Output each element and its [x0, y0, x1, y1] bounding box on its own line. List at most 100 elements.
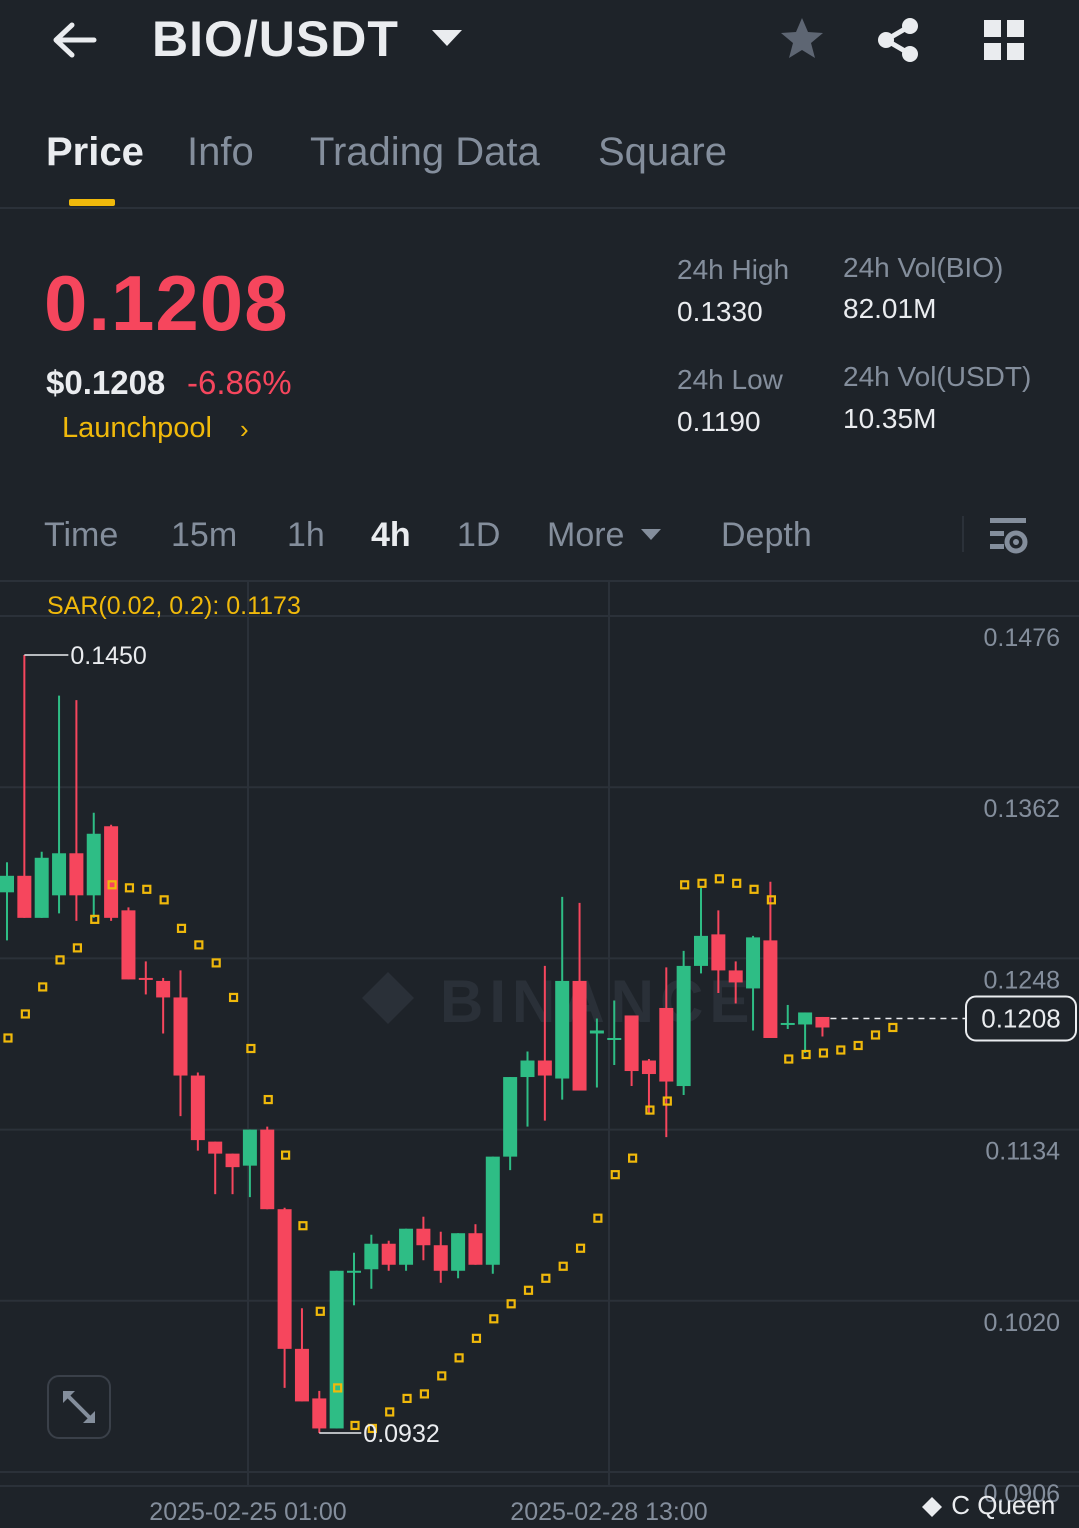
y-tick-label: 0.1248	[984, 966, 1060, 994]
candle-body	[17, 875, 32, 918]
candle-body	[190, 1075, 205, 1141]
sar-dot	[385, 1407, 395, 1417]
candle-body	[294, 1348, 309, 1402]
y-tick-label: 0.1476	[984, 624, 1060, 652]
candle-body	[555, 980, 570, 1079]
sar-dot	[142, 884, 152, 894]
chart-settings-button[interactable]	[986, 514, 1030, 558]
stat-low-value: 0.1190	[677, 406, 761, 437]
back-button[interactable]	[46, 14, 102, 66]
sar-indicator-label: SAR(0.02, 0.2): 0.1173	[47, 592, 301, 620]
candle-body	[173, 997, 188, 1076]
current-price-label: 0.1208	[981, 1003, 1061, 1033]
sar-dot	[3, 1033, 13, 1043]
candle-body	[260, 1129, 275, 1210]
candle-body	[520, 1060, 535, 1078]
interval-15m[interactable]: 15m	[171, 516, 237, 555]
exchange-logo-watermark	[362, 972, 414, 1024]
divider	[962, 516, 964, 552]
chevron-down-icon[interactable]	[432, 30, 462, 46]
sar-dot	[228, 992, 239, 1003]
favorite-button[interactable]	[776, 14, 828, 66]
sar-dot	[593, 1213, 603, 1223]
sar-dot	[124, 883, 135, 893]
candle-body	[416, 1228, 431, 1246]
expand-chart-button[interactable]	[47, 1375, 111, 1439]
chevron-down-icon[interactable]	[641, 529, 661, 540]
x-tick-label: 2025-02-28 13:00	[510, 1498, 707, 1526]
sar-dot	[523, 1285, 534, 1295]
low-marker-label: 0.0932	[363, 1420, 439, 1448]
expand-icon	[63, 1391, 95, 1423]
sar-dot	[402, 1393, 412, 1404]
candle-body	[69, 853, 84, 896]
usd-price: $0.1208	[46, 364, 166, 401]
interval-more[interactable]: More	[547, 516, 624, 555]
sar-dot	[350, 1420, 360, 1431]
candle-body	[659, 1007, 674, 1082]
star-icon	[781, 18, 823, 58]
price-chart[interactable]: BINANCE 0.14500.09320.1208 0.14760.13620…	[0, 582, 1079, 1528]
sar-dot	[714, 874, 724, 884]
tab-price[interactable]: Price	[46, 130, 144, 175]
candle-body	[52, 853, 67, 896]
candle-body	[780, 1022, 795, 1025]
sar-dot	[38, 982, 48, 992]
candle-body	[364, 1243, 379, 1270]
sar-dot	[194, 940, 204, 950]
interval-1h[interactable]: 1h	[287, 516, 325, 555]
depth-tab[interactable]: Depth	[721, 516, 812, 555]
sar-dot	[541, 1273, 551, 1283]
candle-body	[277, 1209, 292, 1349]
candle-body	[312, 1398, 327, 1429]
stat-vol-quote-value: 10.35M	[843, 403, 937, 434]
more-menu-button[interactable]	[980, 16, 1028, 64]
chevron-right-icon[interactable]: ›	[240, 414, 249, 445]
candle-body	[572, 980, 587, 1091]
candle-body	[624, 1015, 639, 1072]
sar-dot	[471, 1333, 482, 1343]
interval-4h[interactable]: 4h	[371, 516, 411, 555]
sar-dot	[888, 1022, 898, 1033]
sar-dot	[20, 1009, 30, 1019]
candle-body	[641, 1060, 656, 1075]
sar-dot	[176, 923, 187, 933]
candle-body	[347, 1270, 361, 1273]
x-tick-label: 2025-02-25 01:00	[149, 1498, 346, 1526]
last-price: 0.1208	[44, 259, 289, 347]
candle-body	[589, 1030, 604, 1034]
tab-square[interactable]: Square	[598, 130, 727, 175]
candle-body	[0, 875, 14, 893]
candle-body	[485, 1156, 500, 1265]
tab-info[interactable]: Info	[187, 130, 254, 175]
sar-dot	[801, 1049, 811, 1060]
candle-body	[208, 1141, 223, 1154]
tab-trading-data[interactable]: Trading Data	[310, 130, 540, 175]
high-marker-label: 0.1450	[70, 642, 146, 670]
launchpool-link[interactable]: Launchpool	[62, 412, 212, 445]
sar-dot	[610, 1170, 620, 1180]
candle-body	[399, 1228, 414, 1265]
candle-body	[694, 935, 708, 966]
candle-body	[468, 1233, 483, 1265]
interval-1d[interactable]: 1D	[457, 516, 500, 555]
pair-title[interactable]: BIO/USDT	[152, 10, 399, 68]
sar-dot	[680, 880, 690, 890]
back-arrow-icon	[53, 22, 97, 58]
candle-body	[34, 857, 49, 918]
candle-body	[676, 965, 691, 1087]
active-tab-indicator	[69, 199, 115, 206]
sar-dot	[315, 1306, 325, 1316]
sar-dot	[211, 958, 221, 968]
interval-time[interactable]: Time	[44, 516, 118, 555]
share-button[interactable]	[872, 14, 924, 66]
candle-body	[156, 980, 171, 998]
sar-dot	[90, 914, 100, 924]
sar-dot	[246, 1043, 256, 1054]
y-tick-label: 0.1020	[984, 1309, 1060, 1337]
stat-high-value: 0.1330	[677, 296, 763, 327]
sar-dot	[454, 1353, 464, 1363]
price-change-percent: -6.86%	[187, 364, 292, 401]
sar-dot	[870, 1030, 881, 1040]
divider	[0, 207, 1079, 209]
